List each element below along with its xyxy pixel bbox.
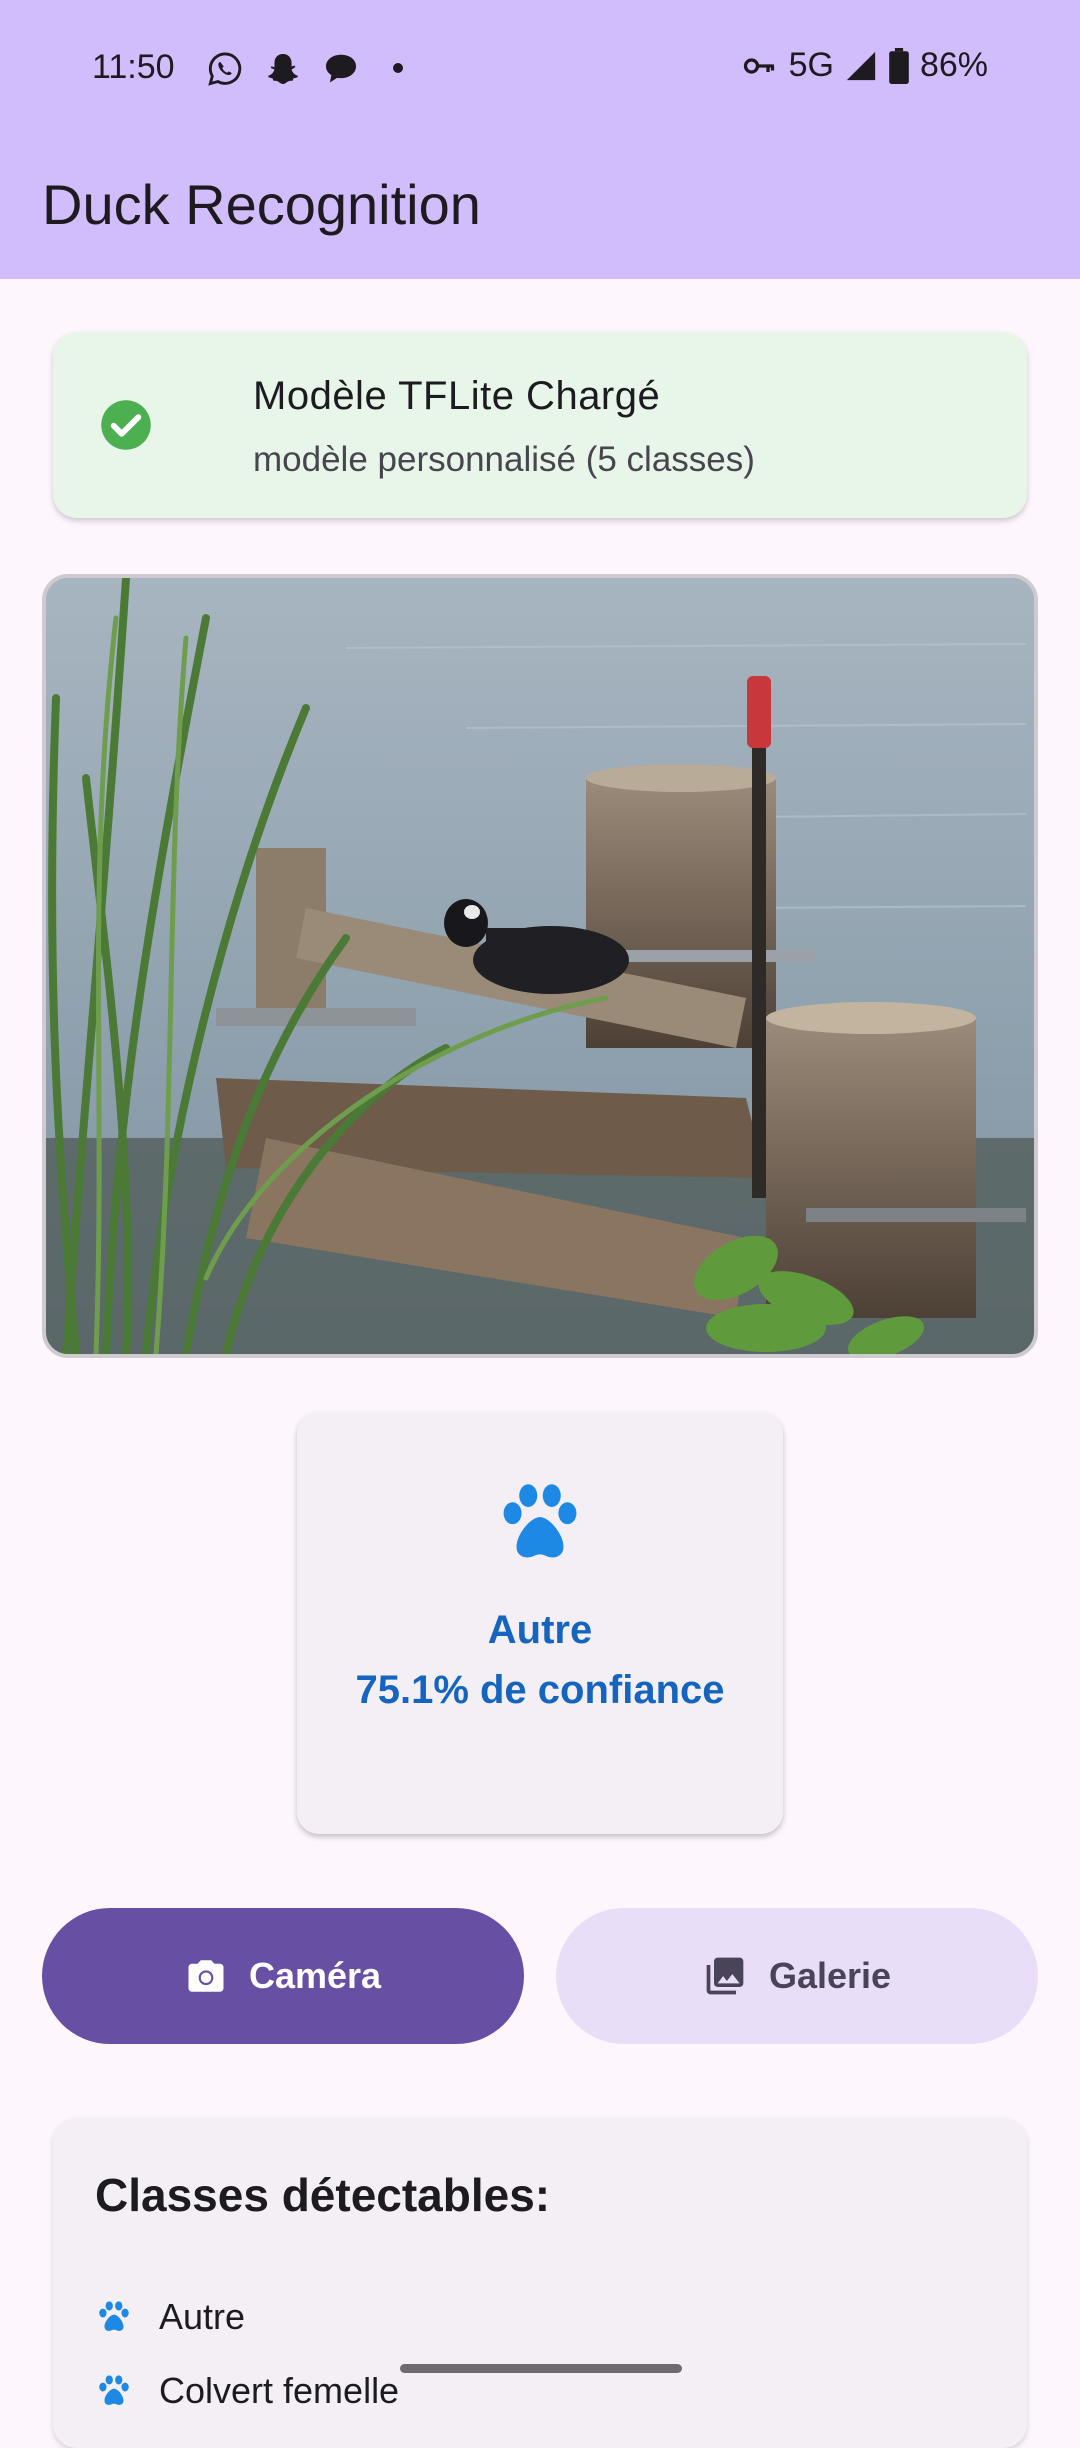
app-title: Duck Recognition <box>42 173 481 236</box>
gallery-button[interactable]: Galerie <box>556 1908 1038 2044</box>
prediction-confidence: 75.1% de confiance <box>355 1668 725 1712</box>
battery-icon <box>889 47 909 84</box>
camera-button-label: Caméra <box>248 1955 382 1996</box>
gesture-home-indicator[interactable] <box>400 2364 682 2373</box>
photo-image <box>46 578 1034 1354</box>
chat-bubble-icon <box>325 54 357 83</box>
class-item-label: Colvert femelle <box>159 2370 400 2411</box>
camera-icon <box>188 1960 224 1992</box>
class-item: Autre <box>95 2296 245 2338</box>
model-status-title: Modèle TFLite Chargé <box>253 374 661 418</box>
classes-heading: Classes détectables: <box>95 2169 551 2221</box>
model-status-card: Modèle TFLite Chargé modèle personnalisé… <box>53 332 1027 518</box>
class-item: Colvert femelle <box>95 2370 399 2412</box>
status-right-group: 5G 86% <box>739 46 988 85</box>
prediction-result-card: Autre 75.1% de confiance <box>297 1412 783 1834</box>
status-time: 11:50 <box>92 48 175 86</box>
snapchat-icon <box>268 53 298 85</box>
detectable-classes-card: Classes détectables: Autre Colvert femel… <box>53 2118 1027 2448</box>
prediction-label: Autre <box>487 1608 593 1652</box>
paw-icon <box>503 1484 577 1558</box>
dot-icon <box>393 63 403 73</box>
gallery-icon <box>706 1957 744 1995</box>
battery-percent: 86% <box>919 46 988 84</box>
selected-photo <box>42 574 1038 1358</box>
vpn-key-icon <box>743 57 774 74</box>
paw-icon <box>99 2375 129 2405</box>
paw-icon <box>99 2301 129 2331</box>
gallery-button-label: Galerie <box>768 1955 892 1996</box>
check-circle-icon <box>101 400 151 450</box>
camera-button[interactable]: Caméra <box>42 1908 524 2044</box>
status-bar: 11:50 5G 86% <box>0 38 1080 98</box>
network-type: 5G <box>788 46 834 84</box>
signal-icon <box>846 51 876 80</box>
app-bar: 11:50 5G 86% Duck Recognition <box>0 0 1080 279</box>
model-status-subtitle: modèle personnalisé (5 classes) <box>253 440 755 479</box>
whatsapp-icon <box>208 52 242 86</box>
class-item-label: Autre <box>159 2296 246 2337</box>
